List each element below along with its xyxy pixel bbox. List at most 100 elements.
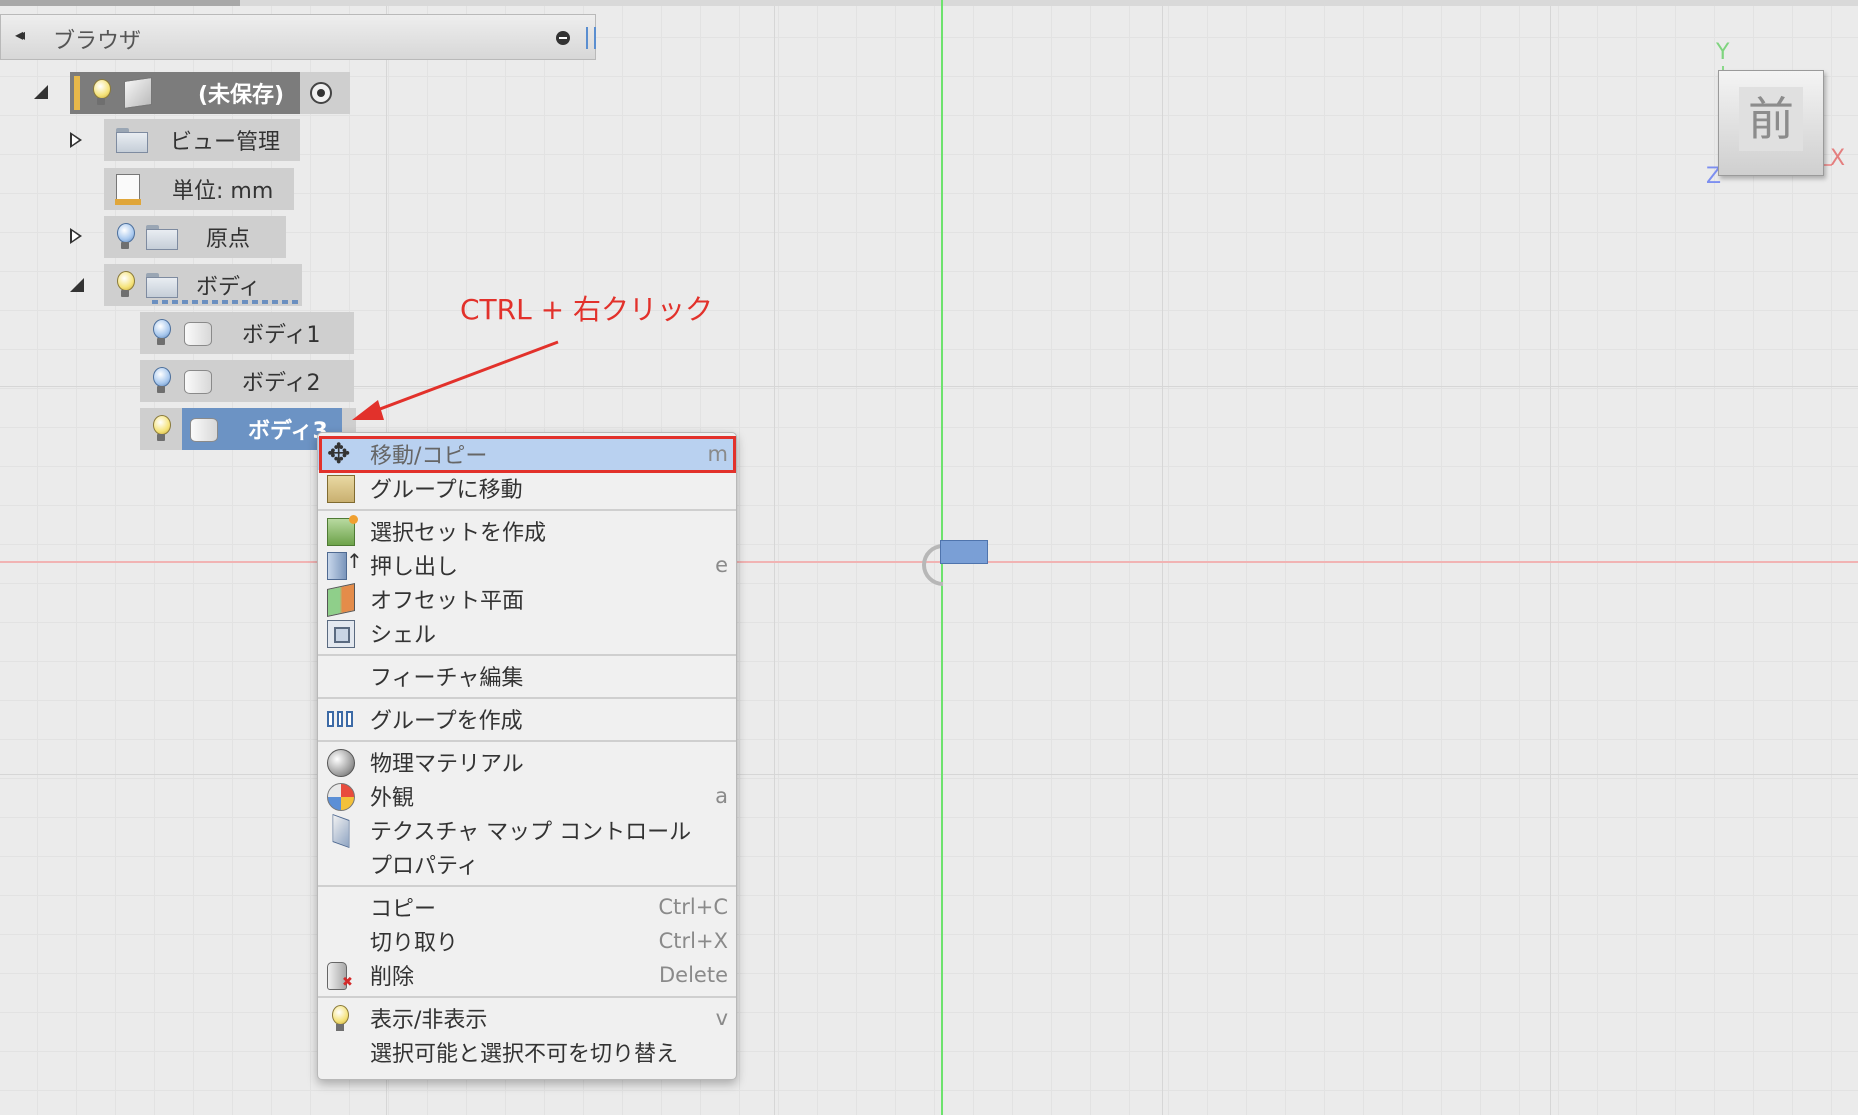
menu-item-show-hide[interactable]: 表示/非表示 v bbox=[318, 1001, 736, 1034]
menu-item-copy-shortcut: Ctrl+C bbox=[658, 894, 728, 919]
menu-item-physical-material[interactable]: 物理マテリアル bbox=[318, 745, 736, 778]
root-label: (未保存) bbox=[198, 83, 285, 108]
expand-bodies-icon[interactable] bbox=[70, 278, 84, 292]
selection-set-icon bbox=[327, 515, 358, 546]
viewcube[interactable]: Y X Z 前 bbox=[1690, 40, 1850, 200]
body3-label: ボディ3 bbox=[248, 419, 328, 444]
annotation-ctrl-right-click: CTRL + 右クリック bbox=[460, 293, 713, 326]
menu-item-toggle-selectable[interactable]: 選択可能と選択不可を切り替え bbox=[318, 1035, 736, 1068]
menu-item-cut-shortcut: Ctrl+X bbox=[658, 928, 728, 953]
menu-separator bbox=[318, 885, 736, 887]
axis-x-label: X bbox=[1830, 146, 1846, 171]
menu-item-cut[interactable]: 切り取り Ctrl+X bbox=[318, 924, 736, 957]
menu-item-appearance-label: 外観 bbox=[370, 785, 415, 811]
component-icon bbox=[327, 706, 354, 732]
component-icon bbox=[124, 77, 152, 109]
menu-item-extrude-label: 押し出し bbox=[370, 554, 459, 580]
menu-item-shell-label: シェル bbox=[370, 622, 437, 648]
menu-item-properties[interactable]: プロパティ bbox=[318, 847, 736, 880]
menu-separator bbox=[318, 996, 736, 998]
context-menu: 移動/コピー m グループに移動 選択セットを作成 押し出し e オフセット平面… bbox=[317, 432, 737, 1080]
menu-separator bbox=[318, 509, 736, 511]
folder-icon bbox=[146, 273, 178, 298]
viewcube-cube[interactable]: 前 bbox=[1718, 70, 1824, 176]
texture-map-icon bbox=[332, 813, 350, 849]
menu-item-cut-label: 切り取り bbox=[370, 930, 459, 956]
root-node-highlight: (未保存) bbox=[70, 72, 301, 114]
menu-item-move-to-group-label: グループに移動 bbox=[370, 477, 523, 503]
annotation-highlight-box bbox=[319, 436, 736, 473]
lightbulb-icon[interactable] bbox=[152, 367, 171, 395]
shell-icon bbox=[327, 620, 355, 648]
expand-root-icon[interactable] bbox=[34, 85, 48, 99]
lightbulb-icon[interactable] bbox=[152, 415, 171, 443]
folder-icon bbox=[116, 128, 148, 153]
menu-separator bbox=[318, 654, 736, 656]
expand-view-management-icon[interactable] bbox=[70, 132, 82, 148]
units-document-icon bbox=[115, 174, 141, 205]
viewcube-front-face[interactable]: 前 bbox=[1739, 87, 1803, 151]
minimize-panel-icon[interactable] bbox=[556, 31, 570, 45]
menu-item-offset-plane-label: オフセット平面 bbox=[370, 588, 525, 614]
offset-plane-icon bbox=[327, 583, 355, 617]
menu-item-create-selection-set-label: 選択セットを作成 bbox=[370, 520, 547, 546]
menu-item-offset-plane[interactable]: オフセット平面 bbox=[318, 582, 736, 617]
menu-item-edit-feature[interactable]: フィーチャ編集 bbox=[318, 659, 736, 692]
collapse-panel-icon[interactable]: ◂◂ bbox=[5, 25, 29, 44]
body1-label: ボディ1 bbox=[242, 323, 321, 348]
menu-item-create-selection-set[interactable]: 選択セットを作成 bbox=[318, 514, 736, 547]
solid-body-icon bbox=[184, 368, 212, 394]
active-tab-indicator[interactable] bbox=[0, 0, 240, 6]
lightbulb-icon[interactable] bbox=[116, 271, 135, 299]
top-toolbar-strip bbox=[0, 0, 1858, 6]
tree-node-root[interactable]: (未保存) bbox=[70, 72, 350, 114]
expand-origin-icon[interactable] bbox=[70, 228, 82, 244]
menu-item-delete-shortcut: Delete bbox=[659, 962, 728, 987]
menu-item-delete[interactable]: 削除 Delete bbox=[318, 958, 736, 991]
menu-item-appearance-shortcut: a bbox=[715, 783, 728, 808]
menu-item-toggle-selectable-label: 選択可能と選択不可を切り替え bbox=[370, 1041, 679, 1067]
menu-item-appearance[interactable]: 外観 a bbox=[318, 779, 736, 812]
menu-item-delete-label: 削除 bbox=[370, 964, 415, 990]
body3-sketch-rectangle[interactable] bbox=[940, 540, 988, 564]
extrude-icon bbox=[327, 549, 363, 580]
tree-node-units[interactable]: 単位: mm bbox=[104, 168, 294, 210]
lightbulb-icon[interactable] bbox=[116, 223, 135, 251]
menu-item-shell[interactable]: シェル bbox=[318, 616, 736, 649]
menu-item-texture-map-label: テクスチャ マップ コントロール bbox=[370, 819, 692, 845]
menu-item-texture-map[interactable]: テクスチャ マップ コントロール bbox=[318, 813, 736, 849]
menu-item-move-to-group[interactable]: グループに移動 bbox=[318, 471, 736, 504]
tree-node-body2[interactable]: ボディ2 bbox=[140, 360, 354, 402]
menu-item-extrude[interactable]: 押し出し e bbox=[318, 548, 736, 581]
tree-node-view-management[interactable]: ビュー管理 bbox=[104, 119, 300, 161]
browser-title: ブラウザ bbox=[53, 29, 142, 54]
units-label: 単位: mm bbox=[172, 179, 274, 204]
tree-node-origin[interactable]: 原点 bbox=[104, 216, 286, 258]
menu-separator bbox=[318, 697, 736, 699]
menu-item-edit-feature-label: フィーチャ編集 bbox=[370, 665, 524, 691]
tree-node-body1[interactable]: ボディ1 bbox=[140, 312, 354, 354]
lightbulb-icon[interactable] bbox=[92, 79, 111, 107]
menu-item-physical-material-label: 物理マテリアル bbox=[370, 751, 524, 777]
appearance-icon bbox=[327, 783, 355, 811]
menu-item-properties-label: プロパティ bbox=[370, 853, 479, 879]
tree-node-bodies[interactable]: ボディ bbox=[104, 264, 302, 306]
origin-label: 原点 bbox=[206, 227, 251, 252]
menu-item-copy[interactable]: コピー Ctrl+C bbox=[318, 890, 736, 923]
menu-item-show-hide-label: 表示/非表示 bbox=[370, 1007, 488, 1033]
browser-panel-header: ◂◂ ブラウザ bbox=[0, 14, 596, 60]
warning-underline bbox=[152, 300, 302, 304]
solid-body-icon bbox=[190, 416, 218, 442]
lightbulb-icon bbox=[327, 1005, 353, 1031]
lightbulb-icon[interactable] bbox=[152, 319, 171, 347]
menu-separator bbox=[318, 740, 736, 742]
body2-label: ボディ2 bbox=[242, 371, 321, 396]
view-management-label: ビュー管理 bbox=[170, 130, 281, 155]
active-indicator bbox=[74, 76, 80, 110]
activate-radio-icon[interactable] bbox=[310, 82, 333, 104]
panel-grip-icon[interactable] bbox=[586, 27, 596, 49]
material-icon bbox=[327, 749, 355, 777]
bodies-label: ボディ bbox=[196, 275, 261, 300]
menu-item-show-hide-shortcut: v bbox=[715, 1005, 728, 1030]
menu-item-create-component[interactable]: グループを作成 bbox=[318, 702, 736, 735]
